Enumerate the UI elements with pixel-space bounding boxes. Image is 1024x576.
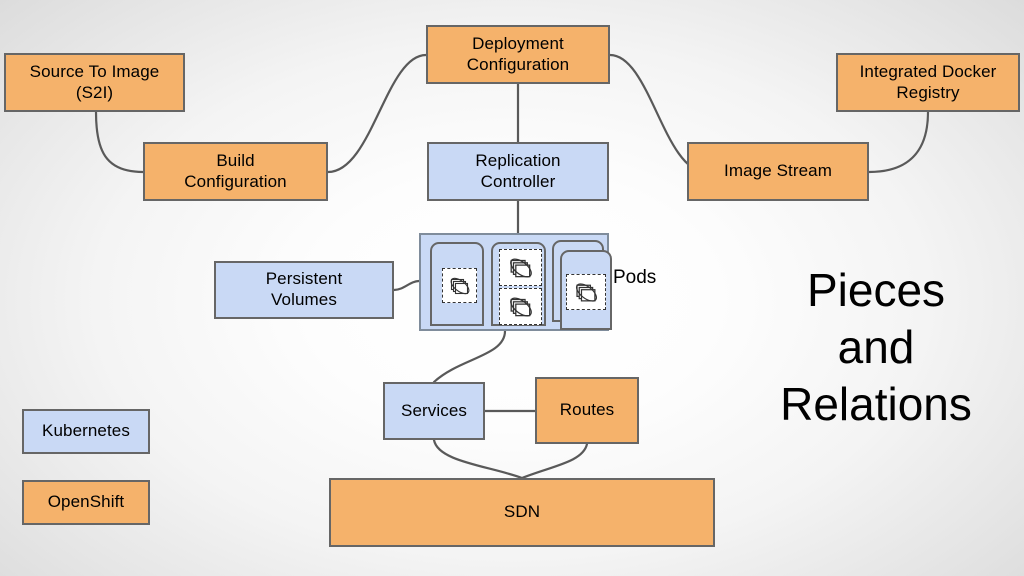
node-label-line1: Persistent bbox=[265, 269, 343, 289]
page-title-line-2: and bbox=[837, 321, 915, 374]
node-label-line1: Build bbox=[216, 150, 255, 170]
edge-pods-to-services bbox=[432, 329, 507, 384]
node-label-line2: Configuration bbox=[466, 54, 570, 74]
node-label-line1: Image Stream bbox=[724, 161, 832, 181]
node-sdn[interactable]: SDN bbox=[329, 478, 715, 547]
edge-volumes-to-pods bbox=[392, 279, 421, 292]
node-label-line1: SDN bbox=[503, 502, 541, 522]
pod-single-container[interactable] bbox=[430, 242, 484, 326]
edge-registry-to-imagestream bbox=[867, 110, 930, 174]
container-box bbox=[566, 274, 606, 310]
node-label-line2: Registry bbox=[896, 82, 960, 102]
legend-label: Kubernetes bbox=[42, 421, 130, 441]
pods-group[interactable] bbox=[419, 233, 612, 331]
node-source-to-image[interactable]: Source To Image (S2I) bbox=[4, 53, 185, 112]
page-title-line-3: Relations bbox=[780, 378, 972, 431]
node-label-line1: Source To Image bbox=[29, 61, 160, 81]
node-label-line1: Replication bbox=[475, 150, 561, 170]
container-stack-icon bbox=[450, 277, 469, 294]
pod-stacked-front[interactable] bbox=[560, 250, 612, 330]
edge-s2i-to-buildconfig bbox=[94, 110, 145, 174]
node-label-line1: Routes bbox=[559, 400, 615, 420]
node-label-line1: Integrated Docker bbox=[859, 61, 997, 81]
edge-buildconfig-to-deployconfig bbox=[326, 53, 428, 174]
container-stack-icon bbox=[509, 258, 532, 277]
diagram-canvas: Source To Image (S2I) Build Configuratio… bbox=[0, 0, 1024, 576]
node-label-line2: Volumes bbox=[271, 290, 337, 309]
page-title-line-1: Pieces bbox=[806, 264, 946, 316]
node-label-line1: Services bbox=[401, 400, 467, 420]
edge-services-to-sdn bbox=[432, 438, 524, 480]
node-label-line2: Controller bbox=[480, 171, 556, 191]
container-stack-icon bbox=[575, 282, 597, 302]
node-deployment-configuration[interactable]: Deployment Configuration bbox=[426, 25, 610, 84]
node-integrated-docker-registry[interactable]: Integrated Docker Registry bbox=[836, 53, 1020, 112]
container-box bbox=[442, 268, 477, 303]
page-title: Pieces and Relations bbox=[742, 262, 1010, 433]
legend-kubernetes[interactable]: Kubernetes bbox=[22, 409, 150, 454]
legend-openshift[interactable]: OpenShift bbox=[22, 480, 150, 525]
container-stack-icon bbox=[509, 297, 532, 316]
container-box bbox=[499, 288, 542, 325]
container-box bbox=[499, 249, 542, 286]
node-label-line1: Deployment bbox=[472, 33, 564, 53]
pods-label: Pods bbox=[613, 267, 657, 288]
node-services[interactable]: Services bbox=[383, 382, 485, 440]
node-persistent-volumes[interactable]: Persistent Volumes bbox=[214, 261, 394, 319]
edge-routes-to-sdn bbox=[520, 442, 589, 480]
pod-two-containers[interactable] bbox=[491, 242, 546, 326]
node-replication-controller[interactable]: Replication Controller bbox=[427, 142, 609, 201]
node-build-configuration[interactable]: Build Configuration bbox=[143, 142, 328, 201]
node-image-stream[interactable]: Image Stream bbox=[687, 142, 869, 201]
node-label-line2: Configuration bbox=[184, 171, 287, 191]
legend-label: OpenShift bbox=[47, 492, 125, 512]
node-routes[interactable]: Routes bbox=[535, 377, 639, 444]
node-label-line2: (S2I) bbox=[75, 82, 114, 102]
